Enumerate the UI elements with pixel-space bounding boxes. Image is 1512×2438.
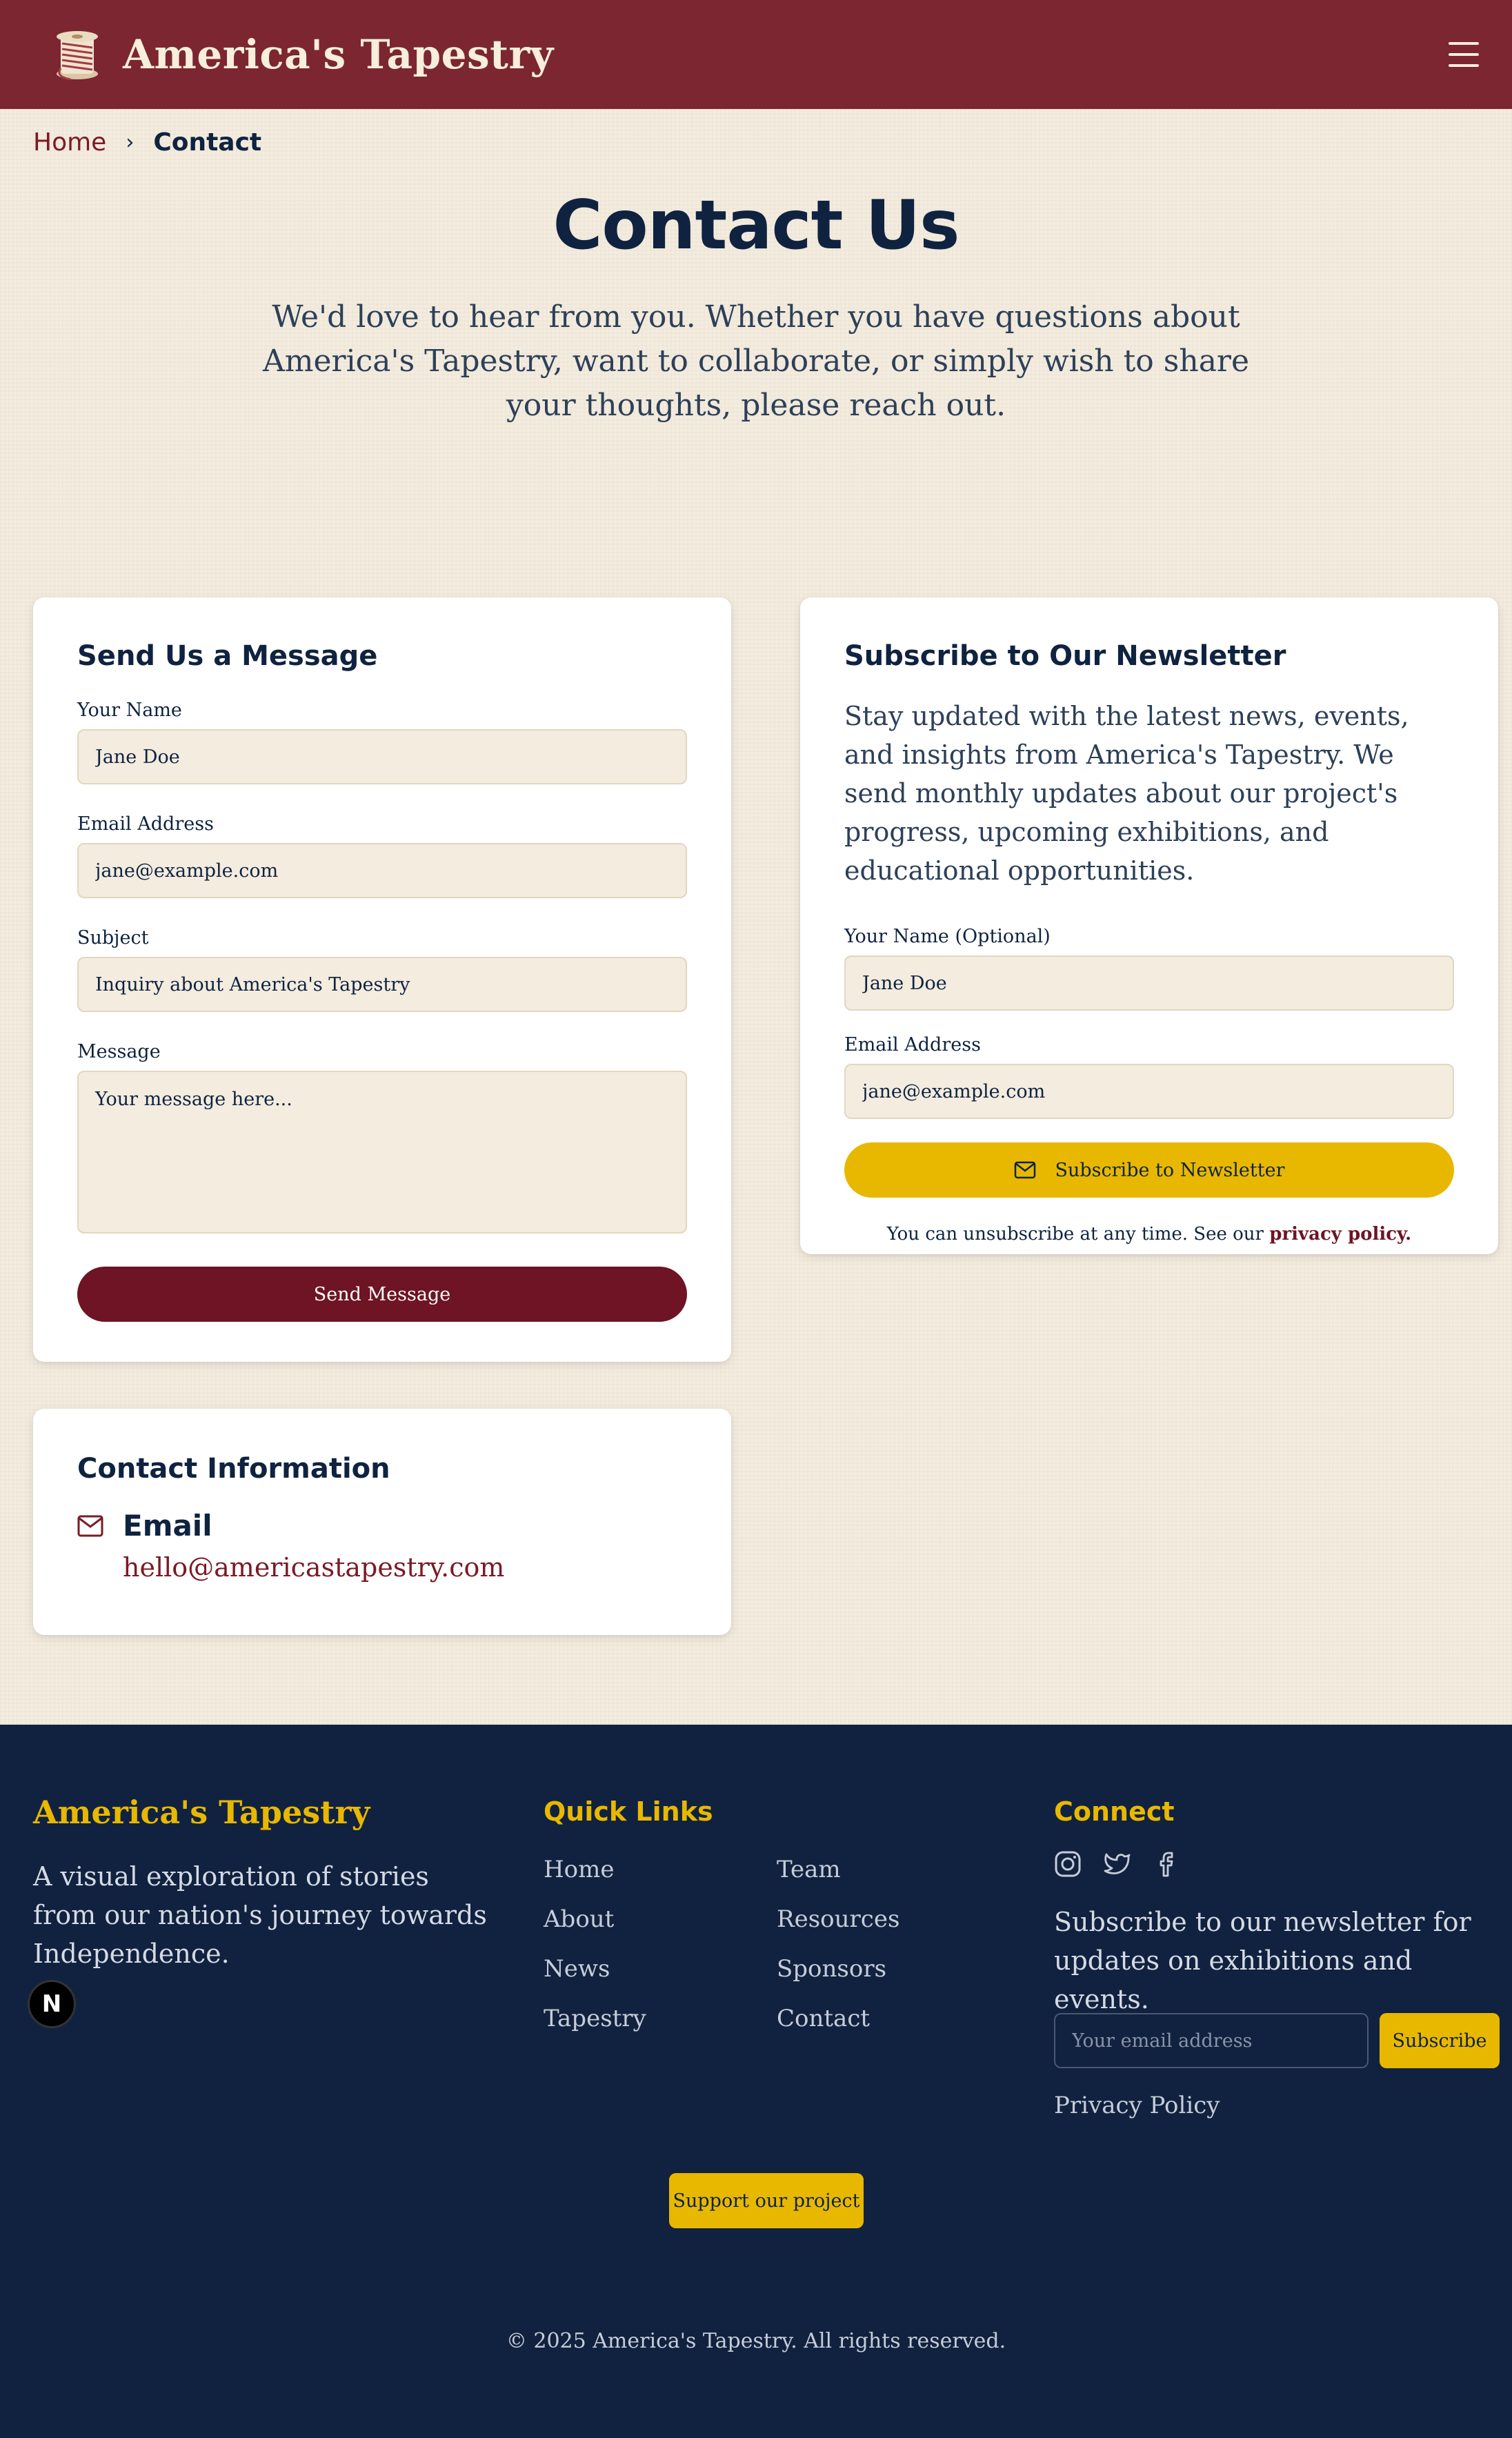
unsubscribe-note: You can unsubscribe at any time. See our… [844, 1224, 1454, 1245]
copyright: © 2025 America's Tapestry. All rights re… [506, 2329, 1006, 2353]
chevron-right-icon: › [126, 130, 135, 155]
email-heading: Email [123, 1509, 212, 1543]
footer-link-tapestry[interactable]: Tapestry [544, 2005, 646, 2032]
footer-link-team[interactable]: Team [777, 1856, 841, 1883]
message-label: Message [77, 1041, 161, 1062]
support-project-button[interactable]: Support our project [669, 2173, 864, 2228]
subject-label: Subject [77, 927, 149, 949]
footer-link-home[interactable]: Home [544, 1856, 614, 1883]
footer-privacy-link[interactable]: Privacy Policy [1054, 2092, 1220, 2119]
contact-info-card: Contact Information Email hello@americas… [33, 1409, 731, 1635]
privacy-policy-link[interactable]: privacy policy. [1269, 1224, 1411, 1245]
breadcrumb-home-link[interactable]: Home [33, 128, 106, 157]
unsubscribe-text: You can unsubscribe at any time. See our [886, 1224, 1264, 1245]
subscribe-newsletter-button[interactable]: Subscribe to Newsletter [844, 1142, 1454, 1198]
page-subtitle: We'd love to hear from you. Whether you … [263, 299, 1249, 423]
newsletter-name-label: Your Name (Optional) [844, 926, 1051, 947]
footer-link-contact[interactable]: Contact [777, 2005, 870, 2032]
footer-brand: America's Tapestry [33, 1794, 370, 1831]
newsletter-title: Subscribe to Our Newsletter [844, 640, 1286, 672]
footer-subscribe-button[interactable]: Subscribe [1380, 2013, 1500, 2068]
site-header: America's Tapestry [0, 0, 1512, 109]
newsletter-email-label: Email Address [844, 1034, 981, 1056]
newsletter-card: Subscribe to Our Newsletter Stay updated… [800, 597, 1498, 1254]
footer-description: A visual exploration of stories from our… [33, 1861, 487, 1969]
email-label: Email Address [77, 813, 214, 835]
send-message-button[interactable]: Send Message [77, 1267, 687, 1322]
message-form-card: Send Us a Message Your Name Email Addres… [33, 597, 731, 1362]
footer-link-resources[interactable]: Resources [777, 1905, 899, 1933]
connect-title: Connect [1054, 1796, 1175, 1827]
email-input[interactable] [77, 843, 687, 898]
twitter-icon[interactable] [1104, 1850, 1131, 1878]
page-title: Contact Us [553, 186, 960, 265]
email-contact-row: Email hello@americastapestry.com [77, 1509, 687, 1583]
subscribe-newsletter-label: Subscribe to Newsletter [1055, 1159, 1285, 1181]
facebook-icon[interactable] [1153, 1850, 1181, 1878]
newsletter-email-input[interactable] [844, 1064, 1454, 1119]
breadcrumb-current: Contact [153, 128, 262, 157]
footer-link-news[interactable]: News [544, 1955, 610, 1983]
name-input[interactable] [77, 729, 687, 784]
newsletter-description: Stay updated with the latest news, event… [844, 701, 1409, 886]
footer-link-sponsors[interactable]: Sponsors [777, 1955, 886, 1983]
social-links [1054, 1850, 1181, 1878]
message-textarea[interactable] [77, 1071, 687, 1233]
brand-title: America's Tapestry [123, 31, 554, 78]
message-form-title: Send Us a Message [77, 640, 378, 672]
connect-description: Subscribe to our newsletter for updates … [1054, 1907, 1471, 2014]
name-label: Your Name [77, 700, 182, 721]
subject-input[interactable] [77, 957, 687, 1012]
thread-spool-icon [50, 27, 105, 82]
next-dev-badge[interactable]: N [28, 1980, 76, 2028]
breadcrumb: Home › Contact [33, 128, 261, 157]
instagram-icon[interactable] [1054, 1850, 1082, 1878]
mail-icon [1014, 1161, 1035, 1179]
contact-info-title: Contact Information [77, 1453, 390, 1485]
footer-email-input[interactable] [1054, 2013, 1369, 2068]
footer-link-about[interactable]: About [544, 1905, 614, 1933]
site-footer: America's Tapestry A visual exploration … [0, 1725, 1512, 2438]
quick-links-title: Quick Links [544, 1796, 713, 1827]
mail-icon [77, 1515, 103, 1537]
hamburger-menu-icon[interactable] [1449, 42, 1479, 67]
email-address-link[interactable]: hello@americastapestry.com [123, 1552, 504, 1583]
newsletter-name-input[interactable] [844, 955, 1454, 1011]
brand[interactable]: America's Tapestry [50, 27, 554, 82]
